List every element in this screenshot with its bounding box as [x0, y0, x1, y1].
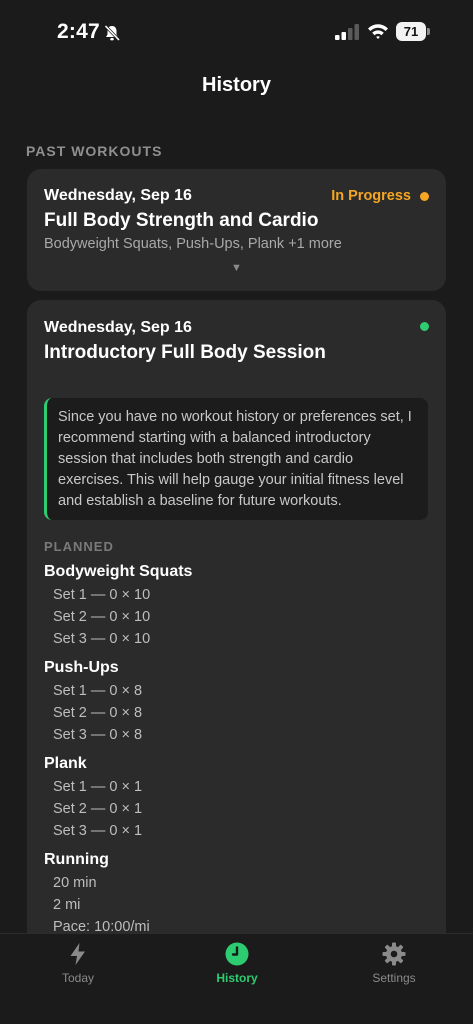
exercise-detail: 20 min — [53, 875, 97, 891]
exercise-set: Set 2 — 0 × 10 — [53, 609, 151, 625]
tab-history[interactable]: History — [177, 934, 297, 994]
exercise-name: Bodyweight Squats — [44, 563, 193, 580]
exercise-set: Set 2 — 0 × 1 — [53, 801, 143, 817]
gear-icon — [382, 942, 406, 966]
workout-title: Introductory Full Body Session — [44, 342, 326, 363]
exercise-set: Set 2 — 0 × 8 — [53, 705, 143, 721]
exercise-list: Bodyweight Squats Set 1 — 0 × 10 Set 2 —… — [44, 559, 424, 943]
cellular-signal-icon — [335, 24, 359, 40]
status-label: In Progress — [331, 188, 411, 204]
exercise-item: Plank Set 1 — 0 × 1 Set 2 — 0 × 1 Set 3 … — [44, 751, 424, 842]
exercise-name: Plank — [44, 755, 87, 772]
workout-date: Wednesday, Sep 16 — [44, 187, 192, 204]
workout-status: In Progress — [331, 188, 429, 204]
status-dot — [420, 322, 429, 331]
exercise-set: Set 1 — 0 × 1 — [53, 779, 143, 795]
status-bar: 2:47 71 — [0, 0, 473, 62]
exercise-detail: 2 mi — [53, 897, 81, 913]
tab-label: Settings — [372, 971, 416, 985]
workout-summary: Bodyweight Squats, Push-Ups, Plank +1 mo… — [44, 236, 342, 252]
bell-slash-icon — [104, 24, 121, 42]
page-title: History — [202, 74, 271, 96]
chevron-down-icon[interactable]: ▼ — [231, 262, 242, 274]
workout-status — [420, 322, 429, 331]
workout-date: Wednesday, Sep 16 — [44, 319, 192, 336]
planned-label: PLANNED — [44, 539, 114, 554]
workout-card-expanded[interactable]: Wednesday, Sep 16 Introductory Full Body… — [27, 300, 446, 960]
recommendation-note: Since you have no workout history or pre… — [44, 398, 428, 520]
battery-level: 71 — [396, 22, 426, 41]
exercise-item: Bodyweight Squats Set 1 — 0 × 10 Set 2 —… — [44, 559, 424, 650]
exercise-item: Running 20 min 2 mi Pace: 10:00/mi — [44, 847, 424, 938]
wifi-icon — [368, 24, 388, 39]
status-dot — [420, 191, 429, 201]
exercise-set: Set 1 — 0 × 10 — [53, 587, 151, 603]
workout-card[interactable]: Wednesday, Sep 16 In Progress Full Body … — [27, 169, 446, 291]
status-time: 2:47 — [57, 20, 100, 43]
clock-icon — [225, 942, 249, 966]
bolt-icon — [70, 943, 85, 965]
exercise-set: Set 3 — 0 × 1 — [53, 823, 143, 839]
exercise-set: Set 1 — 0 × 8 — [53, 683, 143, 699]
exercise-name: Running — [44, 851, 109, 868]
battery-indicator: 71 — [396, 22, 430, 41]
tab-today[interactable]: Today — [18, 934, 138, 994]
tab-settings[interactable]: Settings — [334, 934, 454, 994]
workout-title: Full Body Strength and Cardio — [44, 210, 319, 231]
exercise-name: Push-Ups — [44, 659, 119, 676]
exercise-item: Push-Ups Set 1 — 0 × 8 Set 2 — 0 × 8 Set… — [44, 655, 424, 746]
section-label: PAST WORKOUTS — [26, 143, 163, 159]
tab-label: Today — [61, 971, 95, 985]
tab-bar: Today History Settings — [0, 933, 473, 1024]
exercise-set: Set 3 — 0 × 10 — [53, 631, 151, 647]
tab-label: History — [216, 971, 258, 985]
exercise-set: Set 3 — 0 × 8 — [53, 727, 143, 743]
battery-tip — [427, 28, 430, 35]
